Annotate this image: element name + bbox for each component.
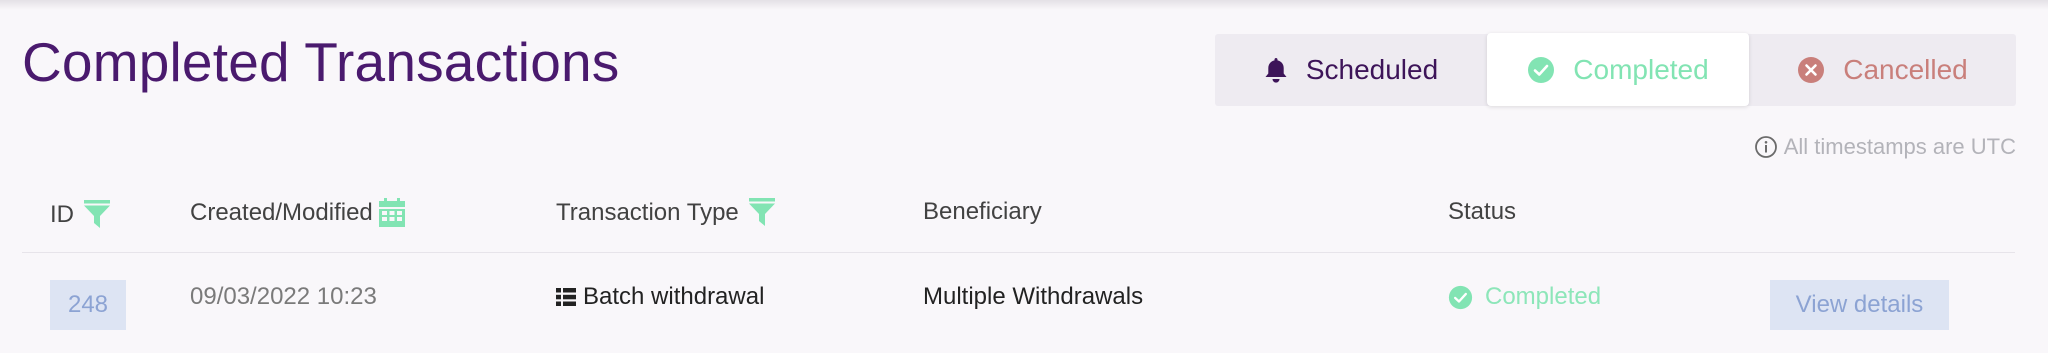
filter-icon[interactable] [748, 198, 775, 228]
transaction-type-label: Batch withdrawal [583, 283, 765, 310]
top-shadow [0, 0, 2048, 10]
tab-scheduled-label: Scheduled [1305, 54, 1439, 85]
timezone-note: All timestamps are UTC [1754, 134, 2016, 160]
beneficiary: Multiple Withdrawals [923, 283, 1144, 310]
column-status-label: Status [1448, 198, 1517, 225]
column-status: Status [1448, 198, 1516, 226]
timezone-note-text: All timestamps are UTC [1783, 134, 2016, 159]
column-created-label: Created/Modified [190, 198, 373, 226]
x-circle-icon [1797, 56, 1825, 84]
status-label: Completed [1485, 283, 1602, 310]
view-details-button[interactable]: View details [1770, 280, 1949, 330]
column-transaction-type-label: Transaction Type [556, 199, 739, 226]
column-beneficiary-label: Beneficiary [923, 198, 1042, 225]
column-id-label: ID [50, 201, 74, 228]
tab-completed-label: Completed [1573, 53, 1709, 85]
tab-completed[interactable]: Completed [1487, 33, 1749, 106]
created-date: 09/03/2022 10:23 [190, 283, 377, 310]
column-id: ID [50, 200, 110, 230]
transaction-id-badge[interactable]: 248 [50, 280, 126, 330]
table-row: 248 09/03/2022 10:23 Batch withdrawal Mu… [0, 253, 2048, 353]
tab-cancelled[interactable]: Cancelled [1749, 34, 2016, 106]
transaction-type: Batch withdrawal [556, 283, 764, 311]
page-title: Completed Transactions [22, 31, 620, 93]
info-icon [1754, 135, 1778, 159]
filter-icon[interactable] [84, 200, 110, 230]
column-beneficiary: Beneficiary [923, 198, 1042, 226]
status-tabs: Scheduled Completed Cancelled [1215, 33, 2016, 106]
status: Completed [1448, 283, 1601, 311]
tab-scheduled[interactable]: Scheduled [1215, 34, 1487, 106]
column-transaction-type: Transaction Type [556, 198, 775, 228]
bell-icon [1264, 57, 1288, 84]
table-header: ID Created/Modified Transaction Type Ben… [0, 180, 2048, 252]
calendar-icon[interactable] [378, 198, 405, 227]
tab-cancelled-label: Cancelled [1843, 54, 1968, 85]
list-icon [556, 287, 576, 307]
check-circle-icon [1527, 56, 1555, 84]
check-circle-icon [1448, 285, 1473, 310]
column-created: Created/Modified [190, 198, 405, 227]
